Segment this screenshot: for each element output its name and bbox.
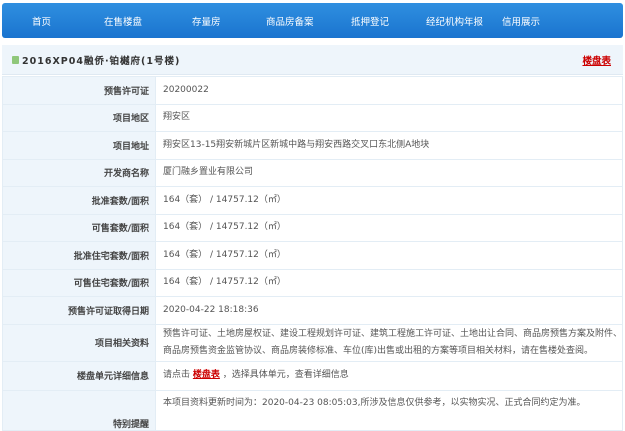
top-nav: 首页 在售楼盘 存量房 商品房备案 抵押登记 经纪机构年报 信用展示 — [2, 3, 623, 38]
table-row: 可售套数/面积 164（套） / 14757.12（㎡） — [2, 213, 623, 242]
row-value: 164（套） / 14757.12（㎡） — [155, 268, 623, 297]
row-label: 预售许可证取得日期 — [2, 296, 156, 325]
project-title-bar: 2016XP04融侨·铂樾府(1号楼) 楼盘表 — [2, 45, 623, 75]
row-label: 可售套数/面积 — [2, 213, 156, 242]
unit-text-post: ，选择具体单元，查看详细信息 — [219, 370, 349, 380]
row-value: 2020-04-22 18:18:36 — [155, 296, 623, 325]
nav-mortgage[interactable]: 抵押登记 — [351, 14, 389, 28]
table-row: 可售住宅套数/面积 164（套） / 14757.12（㎡） — [2, 268, 623, 297]
row-value: 厦门融乡置业有限公司 — [155, 158, 623, 187]
row-label: 可售住宅套数/面积 — [2, 268, 156, 297]
table-row: 楼盘单元详细信息 请点击 楼盘表 ，选择具体单元，查看详细信息 — [2, 360, 623, 391]
row-label: 项目地区 — [2, 103, 156, 132]
building-table-inline-link[interactable]: 楼盘表 — [193, 370, 220, 380]
row-label: 批准套数/面积 — [2, 186, 156, 215]
table-row: 预售许可证 20200022 — [2, 76, 623, 105]
row-label: 开发商名称 — [2, 158, 156, 187]
row-value: 翔安区 — [155, 103, 623, 132]
nav-on-sale[interactable]: 在售楼盘 — [104, 14, 142, 28]
row-value: 164（套） / 14757.12（㎡） — [155, 186, 623, 215]
table-row: 预售许可证取得日期 2020-04-22 18:18:36 — [2, 296, 623, 325]
row-value: 请点击 楼盘表 ，选择具体单元，查看详细信息 — [155, 360, 623, 391]
row-value: 预售许可证、土地房屋权证、建设工程规划许可证、建筑工程施工许可证、土地出让合同、… — [155, 323, 623, 362]
row-value: 翔安区13-15翔安新城片区新城中路与翔安西路交叉口东北侧A地块 — [155, 131, 623, 160]
nav-filing[interactable]: 商品房备案 — [266, 14, 314, 28]
row-label: 特别提醒 — [2, 389, 156, 431]
notice-text: 本项目资料更新时间为：2020-04-23 08:05:03,所涉及信息仅供参考… — [155, 389, 623, 431]
nav-home[interactable]: 首页 — [32, 14, 51, 28]
table-row: 项目相关资料 预售许可证、土地房屋权证、建设工程规划许可证、建筑工程施工许可证、土… — [2, 323, 623, 362]
nav-existing-housing[interactable]: 存量房 — [192, 14, 221, 28]
table-row: 批准套数/面积 164（套） / 14757.12（㎡） — [2, 186, 623, 215]
row-label: 项目相关资料 — [2, 323, 156, 362]
row-value: 20200022 — [155, 76, 623, 105]
nav-agency-report[interactable]: 经纪机构年报 — [426, 14, 483, 28]
table-row: 项目地区 翔安区 — [2, 103, 623, 132]
row-value: 164（套） / 14757.12（㎡） — [155, 241, 623, 270]
unit-text-pre: 请点击 — [163, 370, 193, 380]
table-row: 特别提醒 本项目资料更新时间为：2020-04-23 08:05:03,所涉及信息… — [2, 389, 623, 431]
project-title: 2016XP04融侨·铂樾府(1号楼) — [22, 55, 181, 67]
building-table-link[interactable]: 楼盘表 — [582, 53, 611, 67]
project-info-table: 预售许可证 20200022 项目地区 翔安区 项目地址 翔安区13-15翔安新城片区新城… — [2, 76, 623, 431]
row-label: 批准住宅套数/面积 — [2, 241, 156, 270]
row-value: 164（套） / 14757.12（㎡） — [155, 213, 623, 242]
table-row: 批准住宅套数/面积 164（套） / 14757.12（㎡） — [2, 241, 623, 270]
nav-credit[interactable]: 信用展示 — [502, 14, 540, 28]
table-row: 项目地址 翔安区13-15翔安新城片区新城中路与翔安西路交叉口东北侧A地块 — [2, 131, 623, 160]
row-label: 项目地址 — [2, 131, 156, 160]
document-icon — [12, 55, 19, 64]
row-label: 楼盘单元详细信息 — [2, 360, 156, 391]
table-row: 开发商名称 厦门融乡置业有限公司 — [2, 158, 623, 187]
row-label: 预售许可证 — [2, 76, 156, 105]
